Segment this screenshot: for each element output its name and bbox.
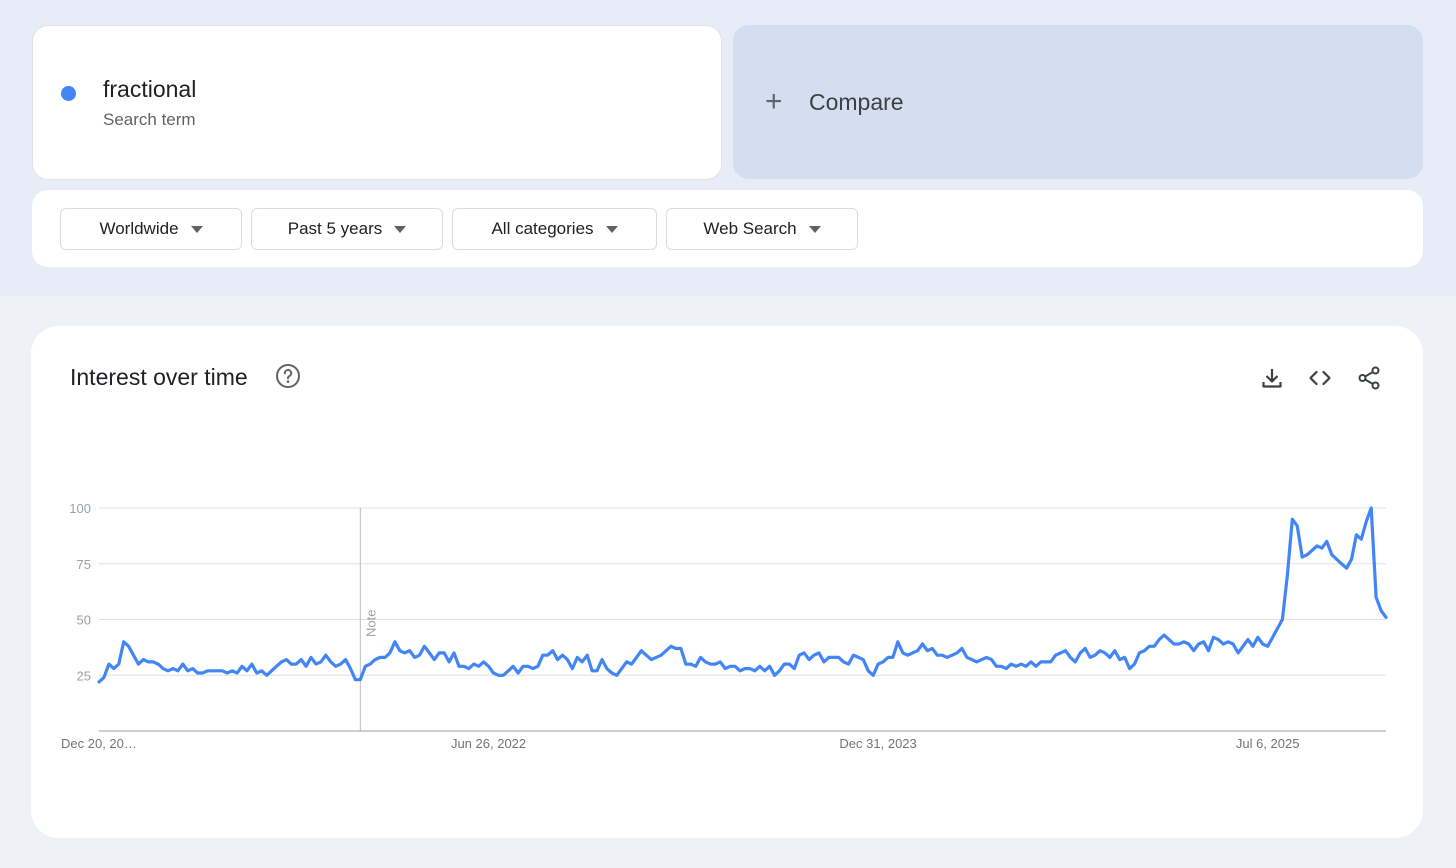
x-tick-label: Jun 26, 2022 <box>451 736 526 751</box>
compare-button[interactable]: + Compare <box>733 25 1423 179</box>
series-line-fractional <box>97 506 1388 684</box>
caret-down-icon <box>808 225 821 233</box>
filter-time-dropdown[interactable]: Past 5 years <box>251 208 443 250</box>
x-tick-label: Dec 20, 20… <box>61 736 137 751</box>
interest-over-time-card: Interest over time 25 50 75 100 Note Dec 20, … <box>31 326 1423 838</box>
plus-icon: + <box>765 85 783 118</box>
y-tick-label: 50 <box>77 613 91 628</box>
interest-line-chart: 25 50 75 100 Note Dec 20, 20… Jun 26, 2022 Dec … <box>61 501 1388 751</box>
filter-source-label: Web Search <box>703 219 797 238</box>
x-tick-label: Dec 31, 2023 <box>839 736 916 751</box>
compare-label: Compare <box>809 88 904 115</box>
term-color-dot <box>61 86 76 101</box>
filter-category-label: All categories <box>491 219 594 238</box>
filter-bar: Worldwide Past 5 years All categories We… <box>32 190 1423 267</box>
search-term-subtitle: Search term <box>103 110 196 129</box>
caret-down-icon <box>394 225 407 233</box>
y-tick-label: 25 <box>77 668 91 683</box>
note-label: Note <box>363 610 378 637</box>
search-term-card[interactable]: fractional Search term <box>32 25 722 180</box>
filter-category-dropdown[interactable]: All categories <box>452 208 657 250</box>
search-term-name[interactable]: fractional <box>103 76 196 103</box>
filter-time-label: Past 5 years <box>287 219 383 238</box>
filter-region-label: Worldwide <box>99 219 179 238</box>
y-tick-label: 75 <box>77 557 91 572</box>
filter-region-dropdown[interactable]: Worldwide <box>60 208 242 250</box>
filter-source-dropdown[interactable]: Web Search <box>666 208 858 250</box>
x-tick-label: Jul 6, 2025 <box>1236 736 1300 751</box>
caret-down-icon <box>605 225 618 233</box>
caret-down-icon <box>190 225 203 233</box>
y-tick-label: 100 <box>69 501 91 516</box>
